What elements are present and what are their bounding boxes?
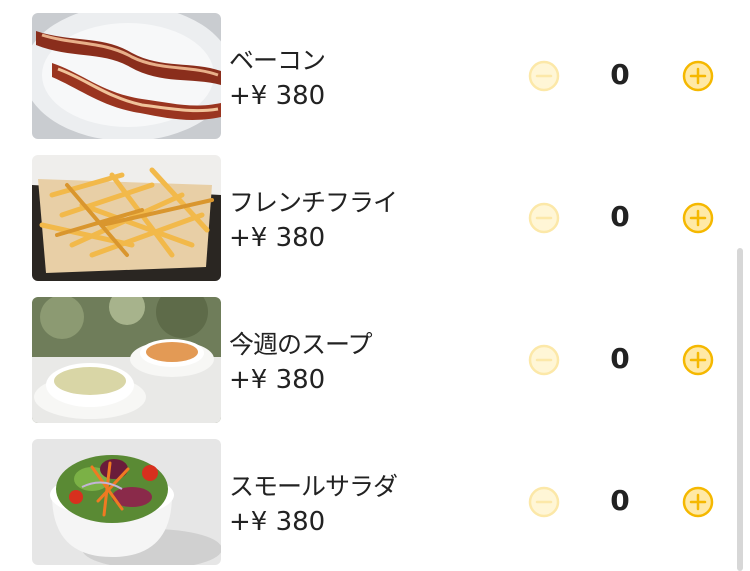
item-price: +¥ 380: [229, 81, 326, 111]
list-item: フレンチフライ +¥ 380 0: [0, 155, 750, 285]
decrement-button[interactable]: [528, 60, 560, 92]
plus-circle-icon: [682, 486, 714, 518]
weekly-soup-photo: [32, 297, 221, 423]
item-price: +¥ 380: [229, 223, 326, 253]
minus-circle-icon: [528, 202, 560, 234]
plus-circle-icon: [682, 344, 714, 376]
list-item: ベーコン +¥ 380 0: [0, 13, 750, 143]
minus-circle-icon: [528, 486, 560, 518]
quantity-value: 0: [610, 484, 630, 517]
decrement-button[interactable]: [528, 344, 560, 376]
item-name: スモールサラダ: [229, 472, 398, 501]
quantity-value: 0: [610, 58, 630, 91]
plus-circle-icon: [682, 60, 714, 92]
list-item: スモールサラダ +¥ 380 0: [0, 439, 750, 569]
quantity-value: 0: [610, 200, 630, 233]
item-price: +¥ 380: [229, 507, 326, 537]
increment-button[interactable]: [682, 344, 714, 376]
small-salad-photo: [32, 439, 221, 565]
increment-button[interactable]: [682, 486, 714, 518]
item-name: フレンチフライ: [229, 188, 398, 217]
increment-button[interactable]: [682, 202, 714, 234]
item-name: ベーコン: [229, 46, 326, 75]
item-name: 今週のスープ: [229, 330, 373, 359]
plus-circle-icon: [682, 202, 714, 234]
minus-circle-icon: [528, 344, 560, 376]
french-fries-photo: [32, 155, 221, 281]
decrement-button[interactable]: [528, 202, 560, 234]
list-item: 今週のスープ +¥ 380 0: [0, 297, 750, 427]
increment-button[interactable]: [682, 60, 714, 92]
scrollbar[interactable]: [737, 248, 743, 571]
minus-circle-icon: [528, 60, 560, 92]
item-price: +¥ 380: [229, 365, 326, 395]
bacon-photo: [32, 13, 221, 139]
quantity-value: 0: [610, 342, 630, 375]
decrement-button[interactable]: [528, 486, 560, 518]
